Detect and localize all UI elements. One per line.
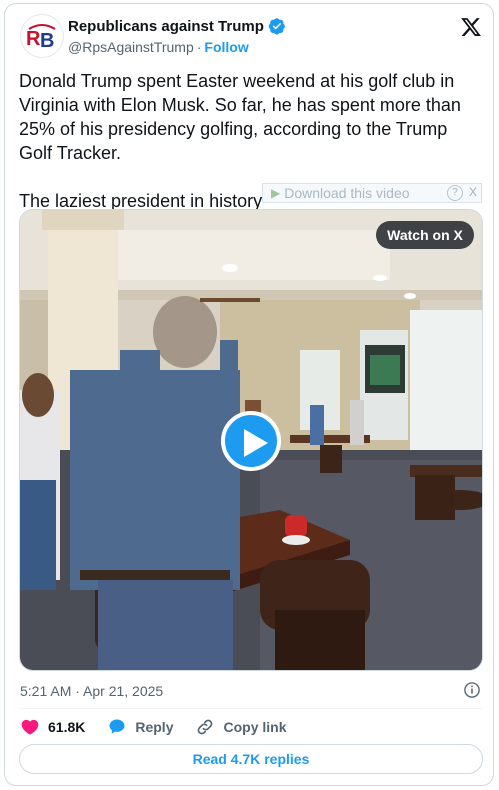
- copy-link-button[interactable]: Copy link: [195, 717, 287, 737]
- action-bar: 61.8K Reply Copy link: [20, 716, 309, 738]
- download-play-icon: ▶: [271, 186, 281, 200]
- help-icon[interactable]: ?: [447, 185, 463, 201]
- author-handle[interactable]: @RpsAgainstTrump: [68, 39, 194, 55]
- reply-bubble-icon: [109, 719, 125, 734]
- tweet-timestamp[interactable]: 5:21 AM · Apr 21, 2025: [20, 683, 163, 699]
- author-display-name[interactable]: Republicans against Trump: [68, 18, 264, 35]
- divider: [19, 708, 483, 709]
- info-icon[interactable]: [463, 681, 481, 704]
- download-video-label[interactable]: Download this video: [284, 185, 409, 201]
- x-logo-icon[interactable]: [460, 16, 482, 38]
- copy-link-label: Copy link: [223, 719, 287, 735]
- heart-icon: [21, 719, 39, 735]
- verified-badge-icon: [268, 17, 286, 35]
- reply-button[interactable]: Reply: [107, 717, 173, 737]
- svg-text:R: R: [26, 28, 41, 50]
- svg-text:B: B: [40, 30, 54, 52]
- handle-separator: ·: [196, 39, 202, 55]
- close-icon[interactable]: X: [469, 185, 477, 199]
- follow-button[interactable]: Follow: [204, 39, 248, 55]
- play-icon: [244, 429, 268, 457]
- reply-label: Reply: [135, 719, 174, 735]
- read-replies-button[interactable]: Read 4.7K replies: [19, 744, 483, 774]
- like-count: 61.8K: [48, 719, 86, 735]
- avatar[interactable]: R B: [20, 14, 64, 58]
- download-video-overlay[interactable]: ▶ Download this video ? X: [262, 183, 482, 203]
- avatar-logo-icon: R B: [21, 15, 63, 57]
- like-button[interactable]: 61.8K: [20, 717, 85, 737]
- tweet-text-paragraph-1: Donald Trump spent Easter weekend at his…: [19, 71, 461, 163]
- watch-on-x-button[interactable]: Watch on X: [376, 221, 474, 249]
- author-handle-row: @RpsAgainstTrump · Follow: [68, 39, 249, 55]
- author-name-row[interactable]: Republicans against Trump: [68, 17, 286, 35]
- play-button[interactable]: [221, 411, 281, 471]
- link-icon: [198, 719, 213, 735]
